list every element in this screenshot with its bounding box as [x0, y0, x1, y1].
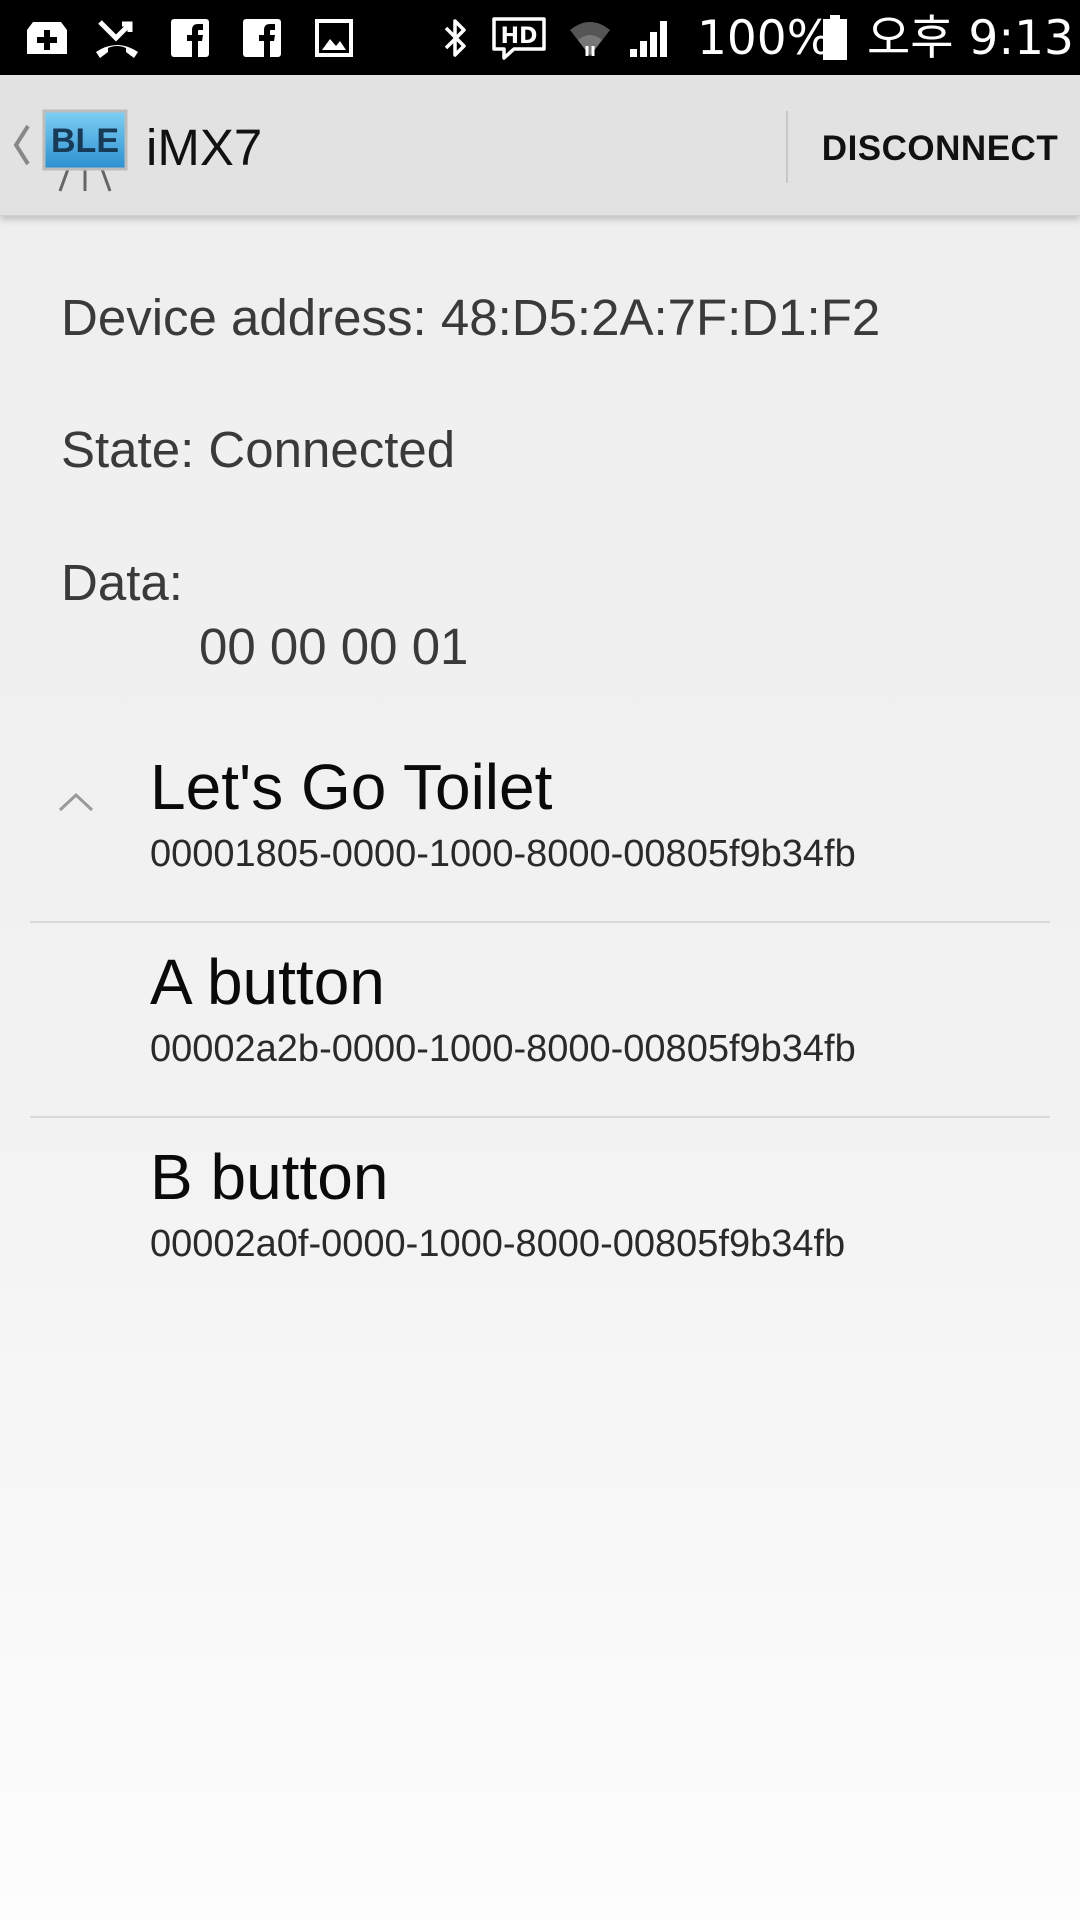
image-icon	[312, 0, 356, 75]
characteristic-item-a-button[interactable]: A button 00002a2b-0000-1000-8000-00805f9…	[30, 923, 1050, 1118]
connection-state: State: Connected	[61, 421, 456, 478]
app-title: iMX7	[146, 119, 263, 176]
ble-app-logo: BLE	[40, 107, 130, 198]
characteristic-name: A button	[150, 946, 385, 1018]
bluetooth-icon	[438, 0, 474, 75]
disconnect-button[interactable]: DISCONNECT	[800, 75, 1080, 215]
svg-text:BLE: BLE	[51, 122, 119, 160]
data-value: 00 00 00 01	[199, 618, 469, 675]
characteristic-uuid: 00002a0f-0000-1000-8000-00805f9b34fb	[150, 1223, 846, 1265]
data-label: Data:	[61, 554, 183, 611]
service-name: Let's Go Toilet	[150, 751, 553, 823]
back-caret-icon	[10, 122, 32, 173]
device-address: Device address: 48:D5:2A:7F:D1:F2	[61, 289, 881, 346]
action-bar: BLE iMX7 DISCONNECT	[0, 75, 1080, 216]
signal-icon	[626, 0, 674, 75]
facebook-icon	[240, 0, 284, 75]
characteristic-name: B button	[150, 1141, 389, 1213]
service-group-item[interactable]: Let's Go Toilet 00001805-0000-1000-8000-…	[30, 728, 1050, 923]
action-bar-divider	[786, 111, 788, 183]
characteristic-item-b-button[interactable]: B button 00002a0f-0000-1000-8000-00805f9…	[30, 1118, 1050, 1311]
missed-call-icon	[92, 0, 142, 75]
facebook-icon	[168, 0, 212, 75]
add-box-icon	[22, 0, 72, 75]
battery-icon	[820, 0, 850, 75]
status-bar: HD 100% 오후 9:13	[0, 0, 1080, 75]
hd-voice-icon: HD	[488, 0, 550, 75]
gatt-services-list: Let's Go Toilet 00001805-0000-1000-8000-…	[30, 728, 1050, 1311]
service-uuid: 00001805-0000-1000-8000-00805f9b34fb	[150, 833, 856, 875]
svg-text:HD: HD	[501, 24, 538, 49]
chevron-up-icon	[56, 790, 96, 819]
up-navigation-button[interactable]: BLE	[0, 75, 140, 215]
wifi-icon	[566, 0, 614, 75]
clock: 오후 9:13	[867, 11, 1074, 66]
characteristic-uuid: 00002a2b-0000-1000-8000-00805f9b34fb	[150, 1028, 856, 1070]
battery-percent: 100%	[697, 11, 832, 66]
